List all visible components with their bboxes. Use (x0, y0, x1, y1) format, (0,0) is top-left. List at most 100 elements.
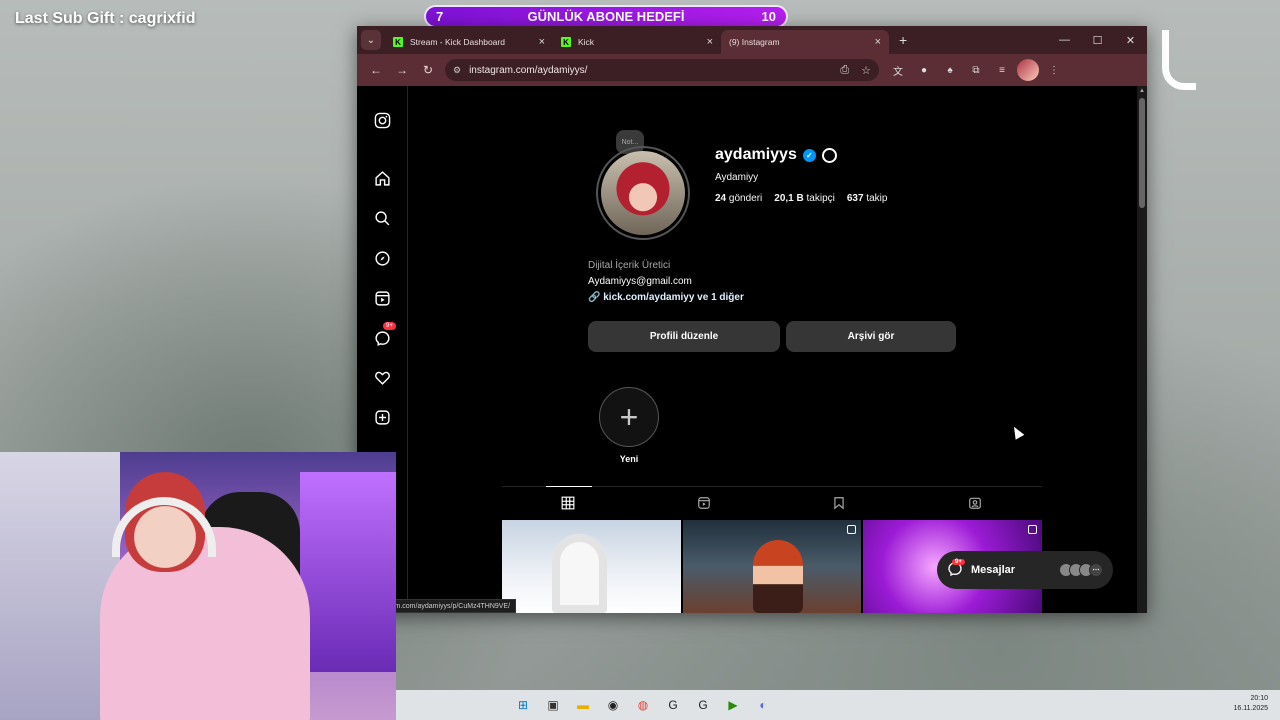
followers-label: takipçi (806, 193, 835, 204)
messages-floating-button[interactable]: 9+ Mesajlar ⋯ (937, 551, 1113, 589)
posts-count: 24 (715, 193, 727, 204)
username-text: aydamiyys (715, 146, 797, 163)
app-g-icon[interactable]: G (661, 694, 685, 716)
task-view-icon[interactable]: ▣ (541, 694, 565, 716)
profile-email: Aydamiyys@gmail.com (588, 276, 692, 287)
last-sub-gift-text: Last Sub Gift : cagrixfid (15, 10, 196, 27)
instagram-logo-icon[interactable] (372, 110, 392, 130)
tab-bar: ⌄ K Stream - Kick Dashboard × K Kick × ●… (357, 26, 1147, 100)
instagram-page: 9+ Not... aydamiyys ✓ Aydamiyy 24 gönder… (357, 86, 1147, 613)
close-tab-icon[interactable]: × (707, 36, 713, 48)
sub-goal-bar: 7 GÜNLÜK ABONE HEDEFİ 10 (424, 5, 788, 28)
url-field[interactable]: ⚙ instagram.com/aydamiyys/ ⎙ ☆ (445, 59, 879, 81)
obs-icon[interactable]: ◉ (601, 694, 625, 716)
tab-kick-dashboard[interactable]: K Stream - Kick Dashboard × (385, 30, 553, 54)
tab-label: (9) Instagram (729, 37, 780, 47)
tab-instagram[interactable]: ● (9) Instagram × (721, 30, 889, 100)
view-archive-button[interactable]: Arşivi gör (786, 321, 956, 352)
kick-icon: K (393, 37, 403, 47)
maximize-icon[interactable]: ☐ (1081, 26, 1114, 54)
windows-start-icon[interactable]: ⊞ (511, 694, 535, 716)
profile-avatar[interactable] (1017, 59, 1039, 81)
profile-picture[interactable] (596, 146, 690, 240)
extensions-area: 文 ● ♠ ⧉ ≡ ⋮ (887, 59, 1065, 81)
messages-badge: 9+ (383, 322, 396, 330)
bookmark-star-icon[interactable]: ☆ (861, 64, 871, 77)
close-window-icon[interactable]: ✕ (1114, 26, 1147, 54)
extension-icon[interactable]: ● (913, 59, 935, 81)
tagged-icon[interactable] (967, 495, 983, 511)
carousel-icon (847, 525, 857, 534)
followers-stat[interactable]: 20,1 B takipçi (774, 193, 835, 204)
profile-stats: 24 gönderi 20,1 B takipçi 637 takip (715, 193, 887, 204)
site-info-icon[interactable]: ⚙ (453, 65, 461, 76)
system-clock[interactable]: 20:10 16.11.2025 (1233, 694, 1268, 714)
translate-icon[interactable]: 文 (887, 59, 909, 81)
app-g2-icon[interactable]: G (691, 694, 715, 716)
new-highlight-label: Yeni (619, 454, 639, 464)
new-tab-button[interactable]: + (899, 32, 907, 48)
followers-count: 20,1 B (774, 193, 804, 204)
profile-link[interactable]: 🔗 kick.com/aydamiyy ve 1 diğer (588, 290, 744, 306)
new-highlight-button[interactable]: + (599, 387, 659, 447)
grid-icon[interactable] (560, 495, 576, 511)
posts-stat: 24 gönderi (715, 193, 762, 204)
close-tab-icon[interactable]: × (875, 36, 881, 48)
back-icon[interactable]: ← (363, 57, 389, 83)
profile-category: Dijital İçerik Üretici (588, 260, 671, 271)
minimize-icon[interactable]: — (1048, 26, 1081, 54)
tab-kick[interactable]: K Kick × (553, 30, 721, 54)
kick-app-icon[interactable]: ▶ (721, 694, 745, 716)
chrome-icon[interactable]: ◍ (631, 694, 655, 716)
webcam-overlay (0, 452, 396, 720)
messages-label: Mesajlar (971, 564, 1016, 576)
forward-icon[interactable]: → (389, 57, 415, 83)
home-icon[interactable] (372, 168, 392, 188)
messages-badge: 9+ (952, 559, 965, 565)
puzzle-icon[interactable]: ⧉ (965, 59, 987, 81)
message-avatars: ⋯ (1059, 563, 1103, 577)
post-thumbnail[interactable] (682, 520, 862, 613)
taskbar-apps: ⊞ ▣ ▬ ◉ ◍ G G ▶ ◐ (511, 694, 775, 716)
tab-label: Stream - Kick Dashboard (410, 37, 505, 47)
snapchat-icon[interactable]: ♠ (939, 59, 961, 81)
posts-label: gönderi (728, 193, 763, 204)
discord-icon[interactable]: ◐ (751, 694, 775, 716)
post-thumbnail[interactable] (502, 520, 681, 613)
edit-profile-button[interactable]: Profili düzenle (588, 321, 780, 352)
search-icon[interactable] (372, 208, 392, 228)
browser-window: ⌄ K Stream - Kick Dashboard × K Kick × ●… (357, 26, 1147, 613)
kick-icon: K (561, 37, 571, 47)
following-stat[interactable]: 637 takip (847, 193, 888, 204)
media-control-icon[interactable]: ≡ (991, 59, 1013, 81)
avatar (601, 151, 685, 235)
explore-icon[interactable] (372, 248, 392, 268)
heart-icon[interactable] (372, 367, 392, 387)
following-label: takip (866, 193, 888, 204)
reload-icon[interactable]: ↻ (415, 57, 441, 83)
saved-bookmark-icon[interactable] (831, 495, 847, 511)
url-text: instagram.com/aydamiyys/ (469, 64, 588, 76)
messenger-icon[interactable]: 9+ (372, 322, 396, 348)
reels-icon[interactable] (372, 288, 392, 308)
tab-search-button[interactable]: ⌄ (361, 30, 381, 50)
profile-tabs (502, 486, 1042, 520)
reels-tab-icon[interactable] (696, 495, 712, 511)
file-explorer-icon[interactable]: ▬ (571, 694, 595, 716)
create-icon[interactable] (372, 407, 392, 427)
channel-logo (1162, 30, 1196, 90)
address-bar-row: ← → ↻ ⚙ instagram.com/aydamiyys/ ⎙ ☆ 文 ●… (357, 54, 1147, 86)
install-app-icon[interactable]: ⎙ (840, 64, 849, 77)
following-count: 637 (846, 193, 864, 204)
profile-bio: Dijital İçerik Üretici Aydamiyys@gmail.c… (588, 258, 744, 306)
window-controls: — ☐ ✕ (1048, 26, 1147, 54)
settings-gear-icon[interactable] (821, 147, 837, 163)
menu-kebab-icon[interactable]: ⋮ (1043, 59, 1065, 81)
page-scrollbar[interactable]: ▲ (1137, 86, 1147, 613)
taskbar: ⊞ ▣ ▬ ◉ ◍ G G ▶ ◐ 20:10 16.11.2025 (396, 690, 1280, 720)
profile-full-name: Aydamiyy (715, 172, 759, 183)
carousel-icon (1028, 525, 1038, 534)
profile-username: aydamiyys ✓ (715, 146, 837, 164)
tab-label: Kick (578, 37, 595, 47)
close-tab-icon[interactable]: × (539, 36, 545, 48)
